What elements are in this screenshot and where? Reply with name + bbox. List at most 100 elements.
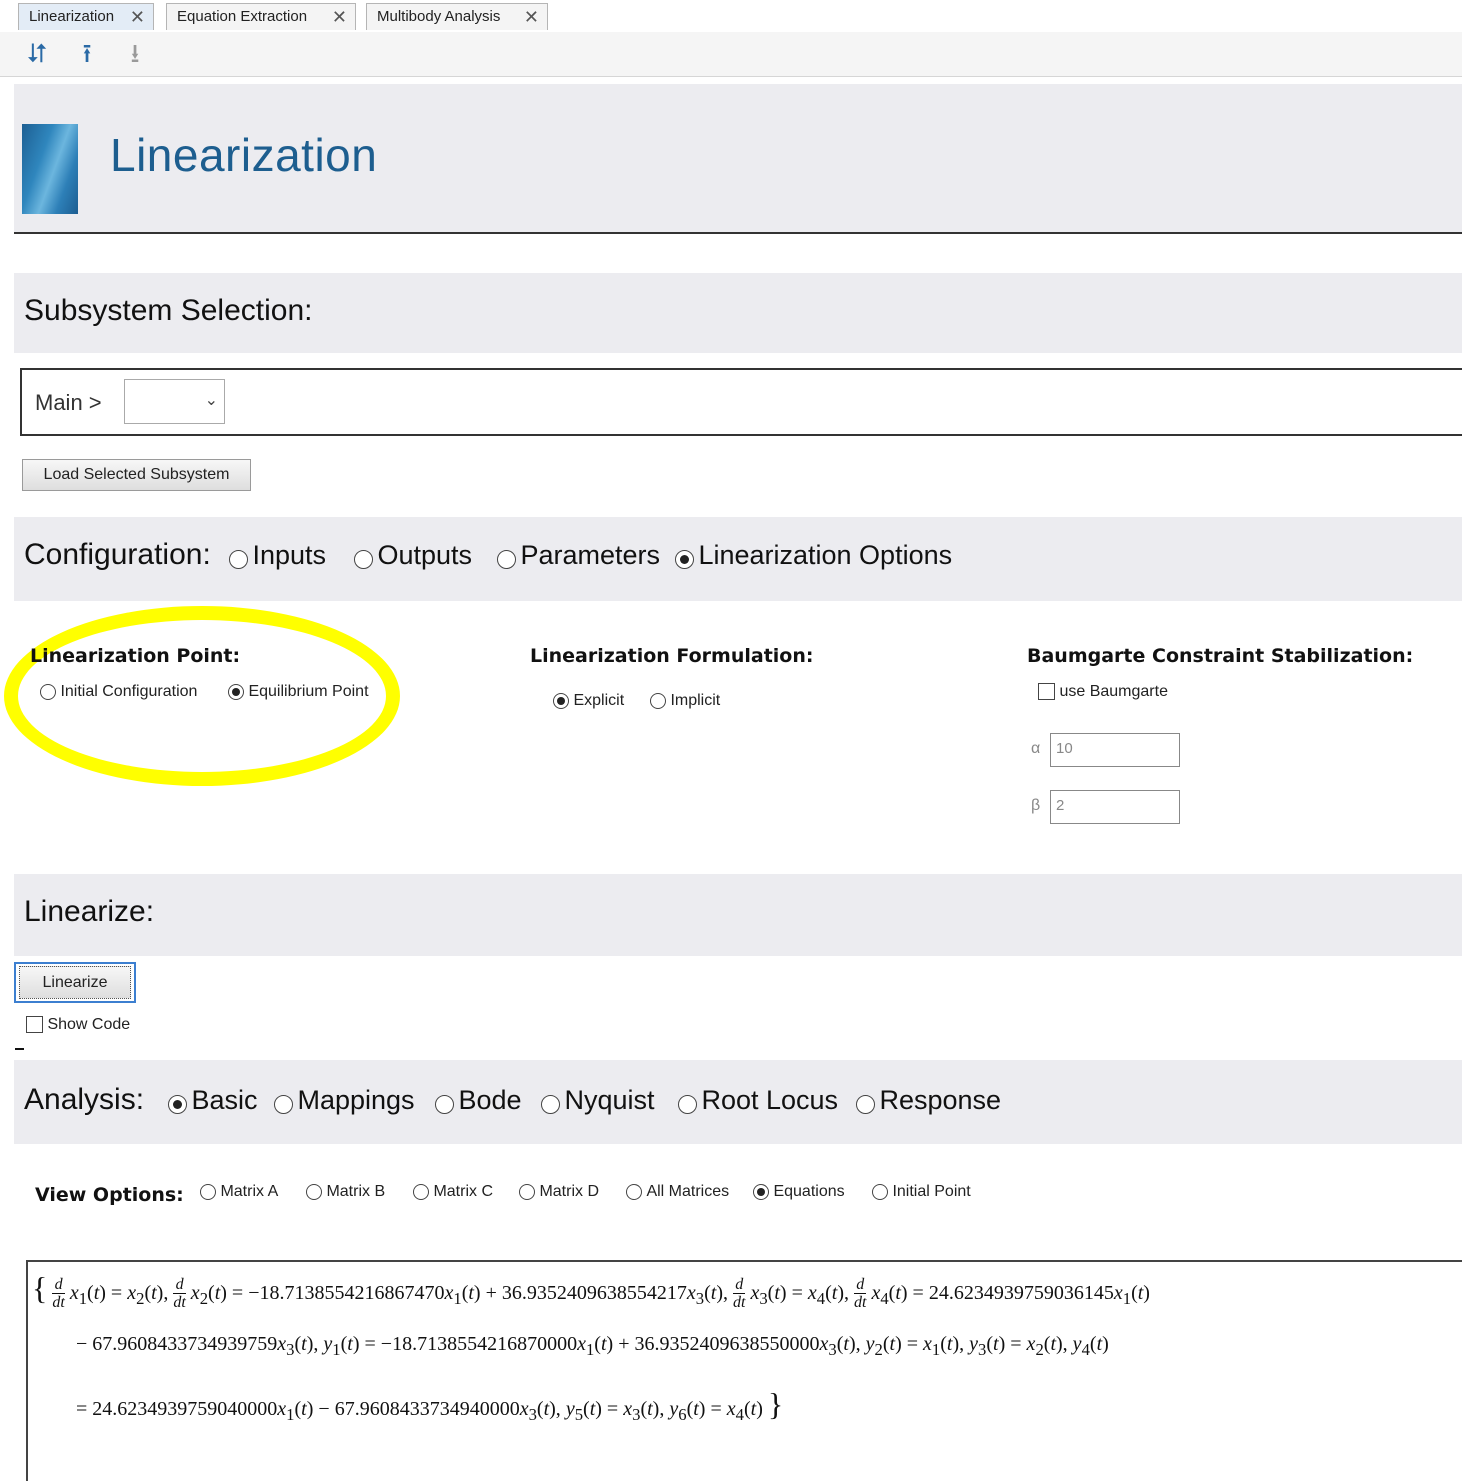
chevron-down-icon: ⌄ — [204, 392, 218, 409]
view-option-all-matrices[interactable]: All Matrices — [626, 1183, 729, 1201]
alpha-field[interactable]: 10 — [1050, 733, 1180, 767]
coefficient: 18.7138554216867470 — [259, 1282, 445, 1304]
view-option-label: Equations — [773, 1183, 845, 1200]
analysis-option-label: Response — [879, 1085, 1002, 1115]
option-label: Equilibrium Point — [248, 683, 369, 700]
radio-initial-configuration[interactable] — [40, 683, 56, 700]
linearize-button[interactable]: Linearize — [19, 966, 131, 999]
tab-label: Multibody Analysis — [377, 8, 501, 25]
use-baumgarte-checkbox[interactable] — [1038, 683, 1055, 701]
config-option-label: Linearization Options — [698, 540, 953, 570]
view-option-matrix-b[interactable]: Matrix B — [306, 1183, 385, 1201]
view-option-equations[interactable]: Equations — [753, 1183, 845, 1201]
radio-mappings[interactable] — [274, 1095, 293, 1115]
option-explicit[interactable]: Explicit — [553, 692, 624, 710]
show-code-label: Show Code — [47, 1016, 131, 1033]
config-option-outputs[interactable]: Outputs — [354, 540, 472, 571]
radio-matrix-d[interactable] — [519, 1183, 535, 1200]
analysis-section-title: Analysis: — [24, 1083, 145, 1116]
radio-equations[interactable] — [753, 1183, 769, 1200]
breadcrumb-main[interactable]: Main > — [35, 390, 102, 416]
coefficient: 67.9608433734940000 — [334, 1398, 520, 1420]
option-label: Explicit — [573, 692, 625, 709]
load-subsystem-button[interactable]: Load Selected Subsystem — [22, 459, 251, 491]
swap-arrows-icon[interactable]: ⮃ — [20, 38, 54, 70]
option-initial-configuration[interactable]: Initial Configuration — [40, 683, 197, 701]
view-option-label: Matrix B — [326, 1183, 386, 1200]
use-baumgarte-option[interactable]: use Baumgarte — [1038, 683, 1168, 701]
alpha-label: α — [1031, 740, 1041, 757]
tab-label: Linearization — [29, 8, 115, 25]
view-option-initial-point[interactable]: Initial Point — [872, 1183, 971, 1201]
subsystem-section-title: Subsystem Selection: — [24, 294, 313, 327]
analysis-option-response[interactable]: Response — [856, 1085, 1001, 1116]
radio-matrix-c[interactable] — [413, 1183, 429, 1200]
radio-response[interactable] — [856, 1095, 875, 1115]
coefficient: 36.9352409638550000 — [634, 1333, 820, 1355]
radio-matrix-b[interactable] — [306, 1183, 322, 1200]
option-label: Initial Configuration — [60, 683, 198, 700]
view-option-label: Matrix A — [220, 1183, 279, 1200]
analysis-option-label: Root Locus — [701, 1085, 839, 1115]
tab-bar: Linearization ✕ Equation Extraction ✕ Mu… — [0, 0, 1462, 33]
view-option-matrix-d[interactable]: Matrix D — [519, 1183, 599, 1201]
config-option-label: Outputs — [377, 540, 473, 570]
coefficient: 67.9608433734939759 — [92, 1333, 278, 1355]
analysis-option-label: Bode — [458, 1085, 522, 1115]
beta-label: β — [1031, 797, 1041, 814]
radio-nyquist[interactable] — [541, 1095, 560, 1115]
radio-all-matrices[interactable] — [626, 1183, 642, 1200]
analysis-option-bode[interactable]: Bode — [435, 1085, 522, 1116]
radio-initial-point[interactable] — [872, 1183, 888, 1200]
page-title: Linearization — [110, 129, 378, 181]
radio-basic[interactable] — [168, 1095, 187, 1115]
close-icon[interactable]: ✕ — [130, 4, 145, 30]
config-option-parameters[interactable]: Parameters — [497, 540, 660, 571]
radio-root-locus[interactable] — [678, 1095, 697, 1115]
radio-bode[interactable] — [435, 1095, 454, 1115]
linearization-point-heading: Linearization Point: — [30, 645, 241, 667]
download-arrow-icon[interactable]: ⭳ — [118, 38, 152, 70]
view-option-matrix-a[interactable]: Matrix A — [200, 1183, 278, 1201]
use-baumgarte-label: use Baumgarte — [1059, 683, 1168, 700]
config-option-label: Inputs — [252, 540, 327, 570]
equation-line-1: { d dt x1(t) = x2(t), d dt x2(t) = −18.713… — [32, 1270, 1150, 1312]
radio-implicit[interactable] — [650, 692, 666, 709]
config-option-inputs[interactable]: Inputs — [229, 540, 326, 571]
radio-equilibrium-point[interactable] — [228, 683, 244, 700]
subsystem-select[interactable]: ⌄ — [124, 379, 225, 424]
tab-linearization[interactable]: Linearization ✕ — [18, 3, 154, 30]
coefficient: 36.9352409638554217 — [501, 1282, 687, 1304]
option-label: Implicit — [670, 692, 721, 709]
view-option-matrix-c[interactable]: Matrix C — [413, 1183, 493, 1201]
config-option-label: Parameters — [520, 540, 661, 570]
show-code-checkbox[interactable] — [26, 1016, 43, 1034]
beta-field[interactable]: 2 — [1050, 790, 1180, 824]
analysis-option-basic[interactable]: Basic — [168, 1085, 257, 1116]
config-option-linearization-options[interactable]: Linearization Options — [675, 540, 952, 571]
option-equilibrium-point[interactable]: Equilibrium Point — [228, 683, 369, 701]
view-option-label: Matrix C — [433, 1183, 494, 1200]
coefficient: 18.7138554216870000 — [392, 1333, 578, 1355]
tab-equation-extraction[interactable]: Equation Extraction ✕ — [166, 3, 356, 30]
formulation-heading: Linearization Formulation: — [530, 645, 814, 667]
analysis-option-root-locus[interactable]: Root Locus — [678, 1085, 838, 1116]
tab-multibody-analysis[interactable]: Multibody Analysis ✕ — [366, 3, 548, 30]
radio-parameters[interactable] — [497, 550, 516, 570]
show-code-option[interactable]: Show Code — [26, 1016, 130, 1034]
radio-explicit[interactable] — [553, 692, 569, 709]
linearize-section-band — [14, 874, 1462, 956]
view-option-label: Initial Point — [892, 1183, 971, 1200]
analysis-option-nyquist[interactable]: Nyquist — [541, 1085, 654, 1116]
radio-outputs[interactable] — [354, 550, 373, 570]
close-icon[interactable]: ✕ — [332, 4, 347, 30]
radio-inputs[interactable] — [229, 550, 248, 570]
option-implicit[interactable]: Implicit — [650, 692, 720, 710]
configuration-section-title: Configuration: — [24, 538, 211, 571]
close-icon[interactable]: ✕ — [524, 4, 539, 30]
analysis-option-mappings[interactable]: Mappings — [274, 1085, 415, 1116]
upload-arrow-icon[interactable]: ⭱ — [70, 38, 104, 70]
radio-matrix-a[interactable] — [200, 1183, 216, 1200]
breadcrumb — [20, 368, 1462, 436]
radio-linearization-options[interactable] — [675, 550, 694, 570]
